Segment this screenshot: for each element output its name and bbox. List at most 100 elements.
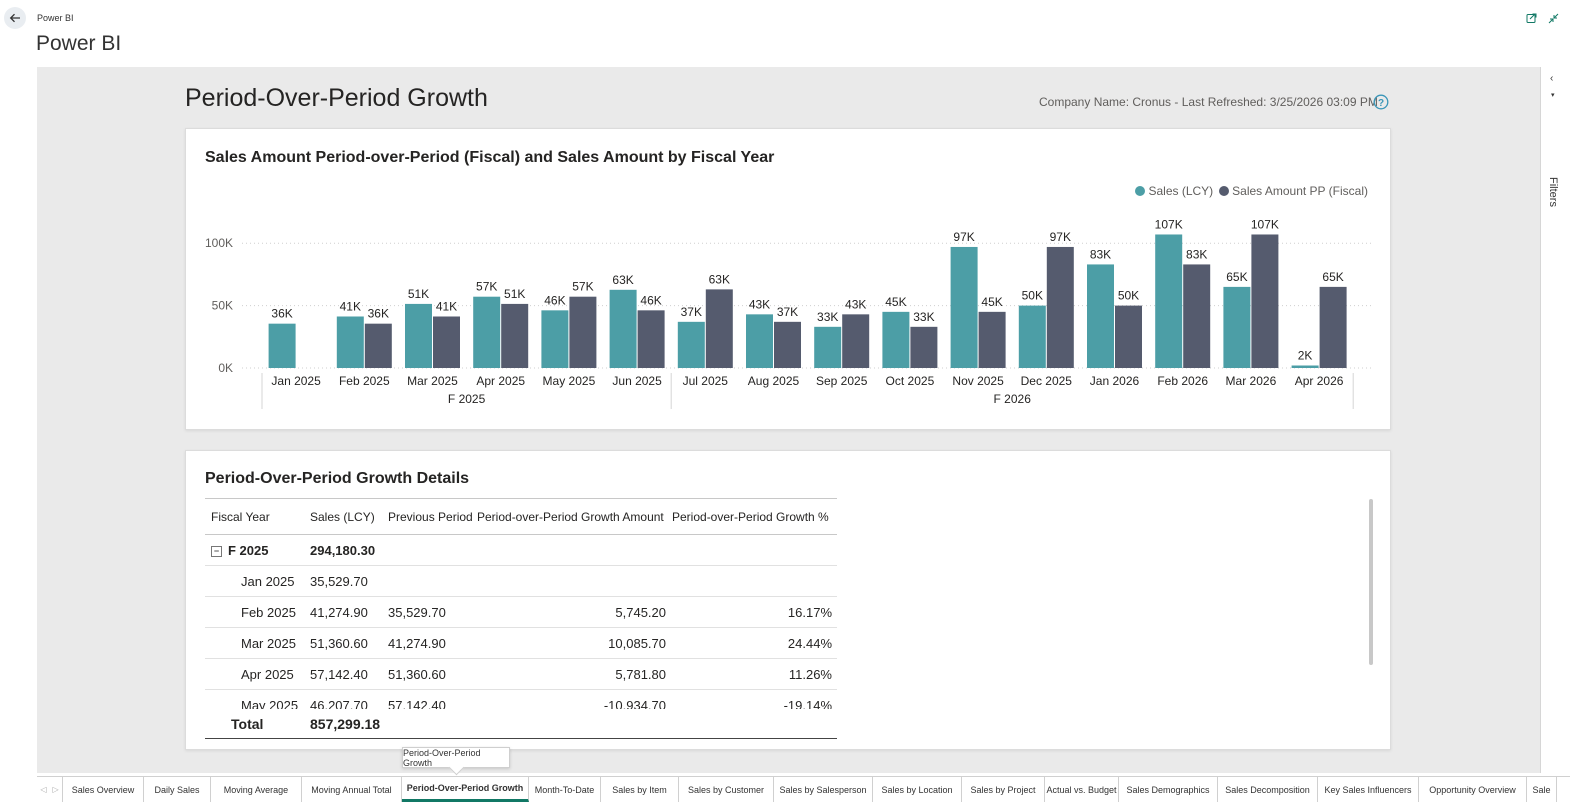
tab-month-to-date[interactable]: Month-To-Date <box>529 777 601 802</box>
tab-sales-decomposition[interactable]: Sales Decomposition <box>1218 777 1318 802</box>
bar-pp[interactable] <box>705 289 733 368</box>
bar-sales[interactable] <box>950 246 978 368</box>
x-tick-label: Mar 2026 <box>1226 374 1277 388</box>
cell-growth-percent: 11.26% <box>788 666 832 682</box>
data-label: 97K <box>953 230 974 244</box>
back-button[interactable] <box>4 7 26 29</box>
bar-sales[interactable] <box>268 323 296 368</box>
tab-sales-by-salesperson[interactable]: Sales by Salesperson <box>774 777 873 802</box>
bar-sales[interactable] <box>1155 234 1183 368</box>
group-row-f2025[interactable]: − F 2025 294,180.30 <box>205 535 837 566</box>
help-icon[interactable]: ? <box>1373 94 1389 110</box>
table-row[interactable]: May 2025 46,207.70 57,142.40 -10,934.70 -19.… <box>205 690 837 710</box>
bar-pp[interactable] <box>569 296 597 368</box>
tab-scroll-right-icon[interactable]: ▷ <box>53 785 59 794</box>
tab-moving-annual-total[interactable]: Moving Annual Total <box>302 777 402 802</box>
bar-pp[interactable] <box>1251 234 1279 368</box>
total-sales: 857,299.18 <box>310 715 381 732</box>
table-row[interactable]: Jan 2025 35,529.70 <box>205 566 837 597</box>
tab-key-sales-influencers[interactable]: Key Sales Influencers <box>1318 777 1419 802</box>
bar-pp[interactable] <box>637 310 665 368</box>
bar-pp[interactable] <box>978 311 1006 368</box>
collapse-icon[interactable]: − <box>211 545 222 557</box>
tab-moving-average[interactable]: Moving Average <box>211 777 302 802</box>
x-tick-label: Jan 2025 <box>271 374 321 388</box>
tab-actual-vs-budget[interactable]: Actual vs. Budget <box>1045 777 1119 802</box>
growth-matrix[interactable]: Fiscal Year Sales (LCY) Previous Period … <box>205 498 837 739</box>
tab-sales-by-project[interactable]: Sales by Project <box>962 777 1045 802</box>
bar-sales[interactable] <box>1018 305 1046 368</box>
tab-scroll-buttons[interactable]: ◁ ▷ <box>37 777 63 802</box>
collapse-icon[interactable] <box>1546 11 1560 25</box>
bar-pp[interactable] <box>433 316 460 368</box>
tab-opportunity-overview[interactable]: Opportunity Overview <box>1419 777 1527 802</box>
report-canvas: Period-Over-Period Growth Company Name: … <box>37 67 1540 773</box>
cell-growth-amount: 10,085.70 <box>608 635 666 651</box>
matrix-body[interactable]: − F 2025 294,180.30 Jan 2025 35,529.70 Feb … <box>205 535 837 709</box>
tab-sales-by-location[interactable]: Sales by Location <box>873 777 962 802</box>
tab-sale[interactable]: Sale <box>1527 777 1557 802</box>
bar-sales[interactable] <box>541 310 569 368</box>
cell-growth-amount: 5,745.20 <box>615 604 666 620</box>
bar-sales[interactable] <box>1087 264 1114 368</box>
matrix-header: Fiscal Year Sales (LCY) Previous Period … <box>205 498 837 535</box>
tab-daily-sales[interactable]: Daily Sales <box>144 777 211 802</box>
bar-pp[interactable] <box>364 323 392 368</box>
tab-sales-by-customer[interactable]: Sales by Customer <box>679 777 774 802</box>
bar-chart[interactable]: 0K 50K 100K 36K Jan 2025 41K 36K Feb 2025 51K 41K… <box>186 129 1392 431</box>
bar-pp[interactable] <box>1183 264 1211 368</box>
expand-filters-icon[interactable]: ‹ <box>1550 73 1553 84</box>
cell-previous: 51,360.60 <box>388 666 446 682</box>
header-sales[interactable]: Sales (LCY) <box>305 510 385 524</box>
cell-growth-percent: 16.17% <box>787 604 832 620</box>
table-row[interactable]: Feb 2025 41,274.90 35,529.70 5,745.20 16.17% <box>205 597 837 628</box>
vertical-scrollbar[interactable] <box>1369 499 1373 665</box>
data-label: 41K <box>340 299 361 313</box>
total-label: Total <box>231 715 264 732</box>
bar-sales[interactable] <box>814 326 842 368</box>
filters-pane[interactable]: ‹ ▾ Filters <box>1540 67 1570 773</box>
sales-chart-card[interactable]: Sales Amount Period-over-Period (Fiscal)… <box>185 128 1391 430</box>
table-row[interactable]: Apr 2025 57,142.40 51,360.60 5,781.80 11.26% <box>205 659 837 690</box>
tab-sales-overview[interactable]: Sales Overview <box>63 777 144 802</box>
data-label: 36K <box>368 307 389 321</box>
bar-pp[interactable] <box>774 321 801 368</box>
bar-pp[interactable] <box>1046 246 1074 368</box>
bar-sales[interactable] <box>405 303 432 368</box>
bar-pp[interactable] <box>842 314 870 368</box>
bar-pp[interactable] <box>910 326 938 368</box>
data-label: 83K <box>1186 247 1207 261</box>
open-in-new-window-icon[interactable] <box>1524 11 1538 25</box>
table-row[interactable]: Mar 2025 51,360.60 41,274.90 10,085.70 24.44… <box>205 628 837 659</box>
bar-sales[interactable] <box>336 316 364 368</box>
group-year: F 2025 <box>228 542 269 558</box>
bar-sales[interactable] <box>473 296 501 368</box>
page-tabs[interactable]: ◁ ▷ Sales Overview Daily Sales Moving Aver… <box>37 776 1570 802</box>
filters-label[interactable]: Filters <box>1547 177 1559 207</box>
bar-sales[interactable] <box>609 289 637 368</box>
header-previous-period[interactable]: Previous Period <box>385 510 475 524</box>
cell-month: Feb 2025 <box>241 604 296 620</box>
bar-sales[interactable] <box>746 314 773 368</box>
tab-sales-demographics[interactable]: Sales Demographics <box>1119 777 1218 802</box>
bar-pp[interactable] <box>1319 286 1347 368</box>
x-tick-label: Sep 2025 <box>816 374 868 388</box>
data-label: 97K <box>1050 230 1071 244</box>
tab-period-over-period-growth[interactable]: Period-Over-Period Growth <box>402 777 529 802</box>
header-growth-amount[interactable]: Period-over-Period Growth Amount <box>475 510 672 524</box>
bar-pp[interactable] <box>1115 305 1142 368</box>
bar-sales[interactable] <box>1291 365 1319 368</box>
tab-sales-by-item[interactable]: Sales by Item <box>601 777 679 802</box>
data-label: 46K <box>544 293 565 307</box>
bar-sales[interactable] <box>882 311 910 368</box>
header-growth-percent[interactable]: Period-over-Period Growth % <box>672 510 837 524</box>
bar-sales[interactable] <box>1223 286 1251 368</box>
data-label: 41K <box>436 299 457 313</box>
bar-sales[interactable] <box>677 321 705 368</box>
table-title: Period-Over-Period Growth Details <box>205 470 470 487</box>
group-label: F 2026 <box>994 392 1032 406</box>
header-fiscal-year[interactable]: Fiscal Year <box>205 510 305 524</box>
tab-scroll-left-icon[interactable]: ◁ <box>40 785 46 794</box>
bar-pp[interactable] <box>501 303 529 368</box>
details-table-card[interactable]: Period-Over-Period Growth Details Fiscal… <box>185 450 1391 750</box>
